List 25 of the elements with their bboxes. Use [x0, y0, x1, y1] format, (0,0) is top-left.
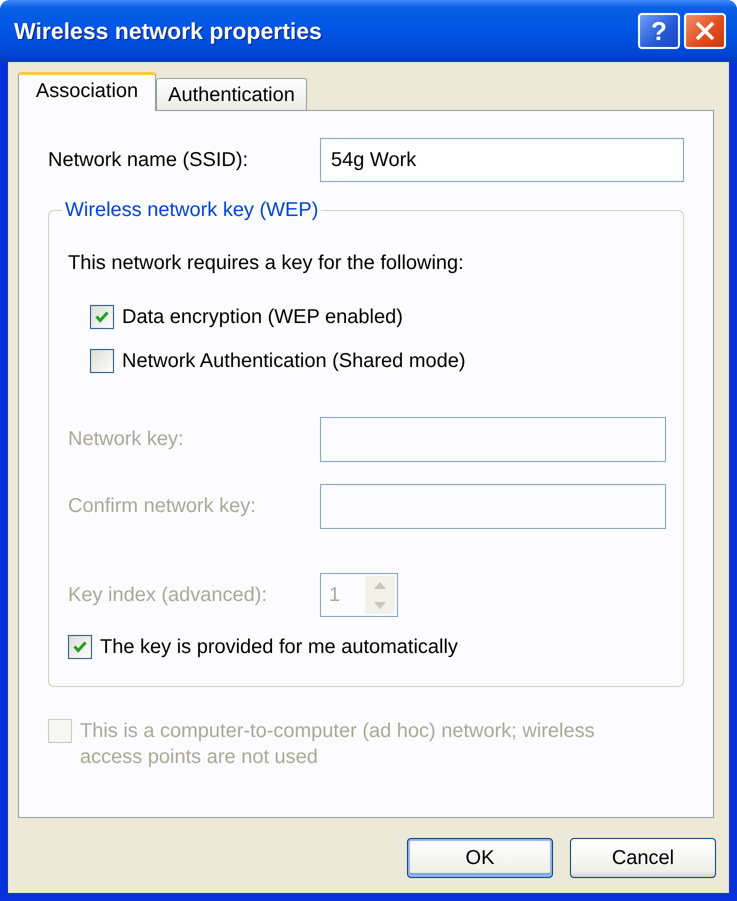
checkbox[interactable]	[68, 635, 92, 659]
checkmark-icon	[73, 641, 87, 653]
checkmark-icon	[95, 311, 109, 323]
tab[interactable]: Association	[18, 72, 156, 111]
checkbox-label: Network Authentication (Shared mode)	[122, 350, 466, 372]
tab[interactable]: Authentication	[156, 78, 307, 110]
spinner-value: 1	[328, 582, 342, 608]
checkbox-label: This is a computer-to-computer (ad hoc) network; wireless access points are not used	[80, 719, 596, 770]
ssid-field[interactable]: 54g Work	[320, 138, 684, 182]
close-icon	[695, 21, 715, 41]
checkbox[interactable]	[90, 305, 114, 329]
checkbox-label: The key is provided for me automatically	[100, 636, 458, 658]
dialog-button[interactable]: Cancel	[570, 838, 716, 878]
field-label: Network name (SSID):	[48, 148, 250, 172]
window-title: Wireless network properties	[14, 18, 323, 44]
checkbox[interactable]	[90, 349, 114, 373]
close-button[interactable]	[684, 13, 726, 49]
help-button[interactable]: ?	[638, 13, 680, 49]
dialog-button[interactable]: OK	[407, 838, 553, 878]
field-label: Confirm network key:	[68, 495, 257, 518]
checkbox-label: Data encryption (WEP enabled)	[122, 306, 403, 328]
group-title: Wireless network key (WEP)	[64, 199, 320, 222]
field-label: Key index (advanced):	[68, 584, 268, 606]
field-label: Network key:	[68, 428, 185, 451]
instruction-text: This network requires a key for the following:	[68, 252, 465, 275]
